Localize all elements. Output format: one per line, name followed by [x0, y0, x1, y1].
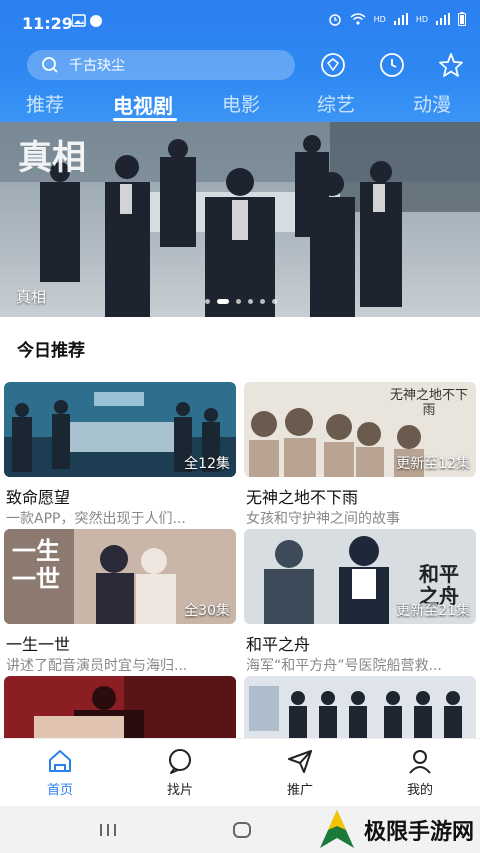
episode-count: 全12集	[184, 456, 230, 472]
nav-promote[interactable]: 推广	[270, 747, 330, 798]
battery-icon	[458, 12, 466, 26]
nav-profile-label: 我的	[406, 783, 433, 798]
tab-variety[interactable]: 综艺	[317, 90, 355, 117]
home-icon	[49, 750, 71, 772]
status-bar: 11:29 HD HD	[0, 0, 480, 44]
banner-title-art: 真相	[18, 138, 86, 178]
notification-icons	[71, 14, 106, 32]
video-thumbnail: 无神之地不下雨 更新至12集	[244, 382, 476, 477]
tab-tv-series[interactable]: 电视剧	[113, 90, 173, 119]
video-description: 一款APP，突然出现于人们...	[6, 511, 186, 527]
video-thumbnail: 全12集	[4, 382, 236, 477]
video-thumbnail: 一生一世 全30集	[4, 529, 236, 624]
video-card[interactable]: 全12集 致命愿望 一款APP，突然出现于人们...	[4, 382, 236, 527]
video-description: 讲述了配音演员时宜与海归...	[6, 658, 188, 674]
carousel-dot	[236, 299, 241, 304]
carousel-dot	[248, 299, 253, 304]
wifi-icon	[350, 13, 366, 25]
video-card[interactable]: 和平之舟 更新至21集 和平之舟 海军“和平方舟”号医院船营救...	[244, 529, 476, 674]
episode-count: 全30集	[184, 603, 230, 619]
recent-apps-icon[interactable]	[98, 822, 118, 838]
tab-recommend[interactable]: 推荐	[26, 90, 64, 117]
history-icon[interactable]	[379, 52, 405, 78]
chat-search-icon	[169, 749, 191, 774]
nav-home[interactable]: 首页	[30, 747, 90, 798]
network-label-2: HD	[415, 14, 428, 24]
home-system-icon[interactable]	[232, 821, 252, 839]
video-title: 无神之地不下雨	[246, 488, 359, 507]
video-card[interactable]: 一生一世 全30集 一生一世 讲述了配音演员时宜与海归...	[4, 529, 236, 674]
active-tab-indicator	[113, 118, 177, 121]
banner-carousel[interactable]: 真相 真相	[0, 122, 480, 317]
signal-icon-2	[436, 13, 450, 25]
video-card[interactable]	[4, 676, 236, 738]
search-icon	[42, 57, 58, 73]
nav-discover[interactable]: 找片	[150, 747, 210, 798]
nav-home-label: 首页	[46, 783, 73, 798]
banner-caption: 真相	[16, 288, 47, 306]
tab-movies[interactable]: 电影	[222, 90, 260, 117]
carousel-dot-active	[217, 299, 229, 304]
video-description: 女孩和守护神之间的故事	[246, 511, 400, 527]
carousel-dot	[260, 299, 265, 304]
tab-anime[interactable]: 动漫	[413, 90, 451, 117]
status-time: 11:29	[22, 14, 73, 33]
episode-count: 更新至21集	[396, 603, 470, 619]
nav-promote-label: 推广	[286, 783, 313, 798]
status-right-icons: HD HD	[328, 12, 466, 26]
watermark-text: 极限手游网	[363, 819, 474, 845]
video-card[interactable]	[244, 676, 476, 738]
video-thumbnail	[4, 676, 236, 738]
search-input[interactable]: 千古玦尘	[27, 50, 295, 80]
poster-text: 一生一世	[12, 536, 60, 593]
user-icon	[409, 750, 431, 774]
video-title: 一生一世	[6, 635, 71, 654]
category-tabs: 推荐 电视剧 电影 综艺 动漫	[0, 90, 480, 122]
carousel-dots	[205, 299, 277, 304]
video-title: 和平之舟	[246, 635, 311, 654]
video-card[interactable]: 无神之地不下雨 更新至12集 无神之地不下雨 女孩和守护神之间的故事	[244, 382, 476, 527]
carousel-dot	[205, 299, 210, 304]
signal-icon	[393, 13, 408, 25]
nav-discover-label: 找片	[166, 783, 193, 798]
alarm-icon	[328, 14, 341, 26]
watermark: 极限手游网	[316, 806, 474, 853]
network-label-1: HD	[373, 14, 386, 24]
carousel-dot	[272, 299, 277, 304]
nav-profile[interactable]: 我的	[390, 747, 450, 798]
poster-text: 无神之地不下雨	[390, 388, 469, 418]
video-title: 致命愿望	[6, 488, 71, 507]
paper-plane-icon	[288, 750, 312, 773]
video-thumbnail: 和平之舟 更新至21集	[244, 529, 476, 624]
video-description: 海军“和平方舟”号医院船营救...	[246, 658, 442, 674]
diamond-icon[interactable]	[320, 52, 346, 78]
bottom-navigation: 首页 找片 推广 我的	[0, 738, 480, 805]
video-thumbnail	[244, 676, 476, 738]
section-title: 今日推荐	[17, 341, 85, 361]
search-placeholder: 千古玦尘	[69, 58, 125, 74]
top-header: 11:29 HD HD 千古玦尘 推荐 电视剧 电影 综艺 动漫	[0, 0, 480, 122]
watermark-logo-icon	[319, 809, 354, 848]
episode-count: 更新至12集	[396, 456, 470, 472]
star-icon[interactable]	[438, 52, 464, 78]
